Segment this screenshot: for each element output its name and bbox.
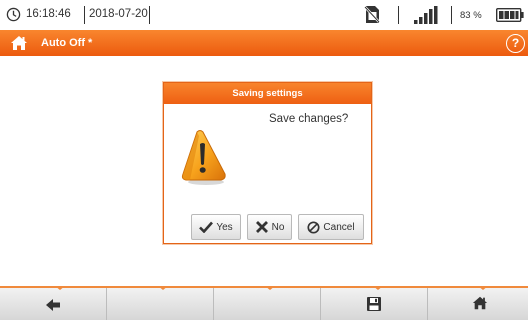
- signal-strength-icon: [414, 6, 438, 24]
- battery-icon: [496, 8, 524, 22]
- help-glyph: ?: [511, 36, 520, 50]
- dialog-message: Save changes?: [269, 113, 349, 125]
- app-screen: 16:18:46 2018-07-20 83 % Auto Off * ? Sa…: [0, 0, 528, 320]
- cancel-button-label: Cancel: [323, 221, 355, 233]
- help-icon[interactable]: ?: [506, 34, 525, 53]
- status-separator: [84, 6, 85, 24]
- empty-softkey[interactable]: [107, 288, 214, 320]
- toolbar-notch: [478, 286, 488, 290]
- toolbar-notch: [55, 286, 65, 290]
- status-time: 16:18:46: [26, 8, 71, 20]
- empty-softkey[interactable]: [214, 288, 321, 320]
- yes-button[interactable]: Yes: [191, 214, 241, 240]
- clock-icon: [6, 7, 21, 22]
- status-bar: [0, 0, 528, 30]
- dialog-title: Saving settings: [232, 88, 303, 99]
- cancel-button[interactable]: Cancel: [298, 214, 364, 240]
- status-separator: [149, 6, 150, 24]
- bottom-toolbar: [0, 286, 528, 320]
- yes-button-label: Yes: [216, 221, 233, 233]
- close-icon: [255, 221, 268, 233]
- toolbar-notch: [373, 286, 383, 290]
- status-separator: [398, 6, 399, 24]
- cancel-icon: [307, 220, 320, 234]
- toolbar-notch: [265, 286, 275, 290]
- toolbar-notch: [158, 286, 168, 290]
- save-icon: [367, 297, 381, 311]
- status-separator: [451, 6, 452, 24]
- page-title: Auto Off *: [41, 37, 93, 49]
- home-icon: [472, 296, 488, 310]
- back-arrow-icon: [46, 299, 60, 311]
- warning-icon: [181, 130, 226, 185]
- home-icon[interactable]: [10, 35, 28, 51]
- checkmark-icon: [199, 221, 214, 233]
- no-button[interactable]: No: [247, 214, 292, 240]
- no-sim-icon: [364, 6, 380, 23]
- battery-percent: 83 %: [460, 10, 482, 21]
- no-button-label: No: [271, 221, 285, 233]
- status-date: 2018-07-20: [89, 8, 148, 20]
